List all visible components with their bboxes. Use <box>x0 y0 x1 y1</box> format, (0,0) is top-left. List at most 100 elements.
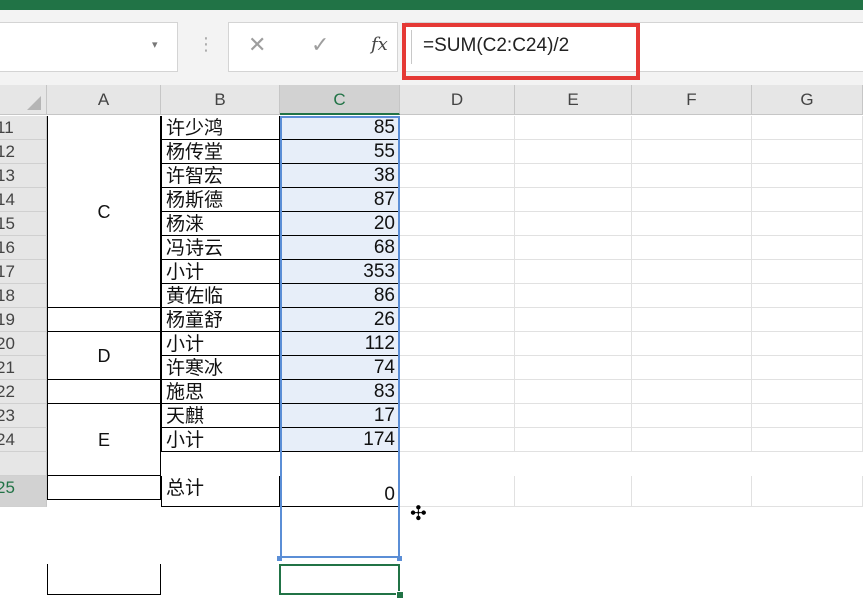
selection-handle[interactable] <box>277 556 282 561</box>
empty-cell[interactable] <box>515 236 632 260</box>
column-header-g[interactable]: G <box>752 85 863 115</box>
empty-cell[interactable] <box>400 140 515 164</box>
cell-b[interactable]: 冯诗云 <box>161 236 280 260</box>
empty-cell[interactable] <box>632 476 752 507</box>
cell-c[interactable]: 83 <box>280 380 400 404</box>
empty-cell[interactable] <box>400 188 515 212</box>
row-header[interactable]: 12 <box>0 140 47 164</box>
empty-cell[interactable] <box>752 428 863 452</box>
empty-cell[interactable] <box>400 380 515 404</box>
cell-c[interactable]: 20 <box>280 212 400 236</box>
empty-cell[interactable] <box>515 428 632 452</box>
empty-cell[interactable] <box>752 164 863 188</box>
empty-cell[interactable] <box>515 188 632 212</box>
cell-b[interactable]: 小计 <box>161 260 280 284</box>
empty-cell[interactable] <box>515 332 632 356</box>
cell-b[interactable]: 许少鸿 <box>161 116 280 140</box>
cell-a17[interactable] <box>47 308 161 332</box>
cell-c[interactable]: 17 <box>280 404 400 428</box>
cell-b[interactable]: 许寒冰 <box>161 356 280 380</box>
row-header[interactable]: 17 <box>0 260 47 284</box>
cell-c[interactable]: 85 <box>280 116 400 140</box>
cell-b[interactable]: 杨涞 <box>161 212 280 236</box>
cell-c[interactable]: 68 <box>280 236 400 260</box>
cell-c[interactable]: 86 <box>280 284 400 308</box>
row-header[interactable]: 18 <box>0 284 47 308</box>
row-header[interactable]: 21 <box>0 356 47 380</box>
enter-check-icon[interactable]: ✓ <box>311 33 329 58</box>
row-header[interactable]: 20 <box>0 332 47 356</box>
cancel-icon[interactable]: ✕ <box>248 33 266 58</box>
cell-b[interactable]: 施思 <box>161 380 280 404</box>
empty-cell[interactable] <box>515 284 632 308</box>
empty-cell[interactable] <box>400 308 515 332</box>
column-header-b[interactable]: B <box>161 85 280 115</box>
column-header-d[interactable]: D <box>400 85 515 115</box>
empty-cell[interactable] <box>752 260 863 284</box>
empty-cell[interactable] <box>632 380 752 404</box>
empty-cell[interactable] <box>752 116 863 140</box>
empty-cell[interactable] <box>752 212 863 236</box>
empty-cell[interactable] <box>752 476 863 507</box>
column-header-a[interactable]: A <box>47 85 161 115</box>
empty-cell[interactable] <box>632 164 752 188</box>
empty-cell[interactable] <box>632 332 752 356</box>
empty-cell[interactable] <box>632 236 752 260</box>
empty-cell[interactable] <box>632 260 752 284</box>
cell-b[interactable]: 总计 <box>161 476 280 507</box>
cell-c[interactable]: 174 <box>280 428 400 452</box>
selection-handle[interactable] <box>397 556 402 561</box>
empty-cell[interactable] <box>752 404 863 428</box>
cell-a25[interactable] <box>47 564 161 595</box>
row-header[interactable]: 15 <box>0 212 47 236</box>
empty-cell[interactable] <box>752 380 863 404</box>
row-header[interactable] <box>0 452 47 476</box>
column-header-e[interactable]: E <box>515 85 632 115</box>
empty-cell[interactable] <box>632 284 752 308</box>
cell-a24[interactable] <box>47 476 161 500</box>
cell-c[interactable]: 112 <box>280 332 400 356</box>
empty-cell[interactable] <box>515 212 632 236</box>
cell-b[interactable]: 杨传堂 <box>161 140 280 164</box>
row-header[interactable]: 22 <box>0 380 47 404</box>
cell-c[interactable]: 55 <box>280 140 400 164</box>
empty-cell[interactable] <box>632 188 752 212</box>
empty-cell[interactable] <box>752 284 863 308</box>
empty-cell[interactable] <box>400 212 515 236</box>
merged-cell-a-group-c[interactable]: C <box>47 116 161 308</box>
cell-c[interactable]: 38 <box>280 164 400 188</box>
empty-cell[interactable] <box>400 260 515 284</box>
row-header[interactable]: 13 <box>0 164 47 188</box>
empty-cell[interactable] <box>515 116 632 140</box>
empty-cell[interactable] <box>400 428 515 452</box>
empty-cell[interactable] <box>400 236 515 260</box>
column-header-c[interactable]: C <box>280 85 400 115</box>
empty-cell[interactable] <box>400 356 515 380</box>
empty-cell[interactable] <box>632 212 752 236</box>
row-header[interactable]: 11 <box>0 116 47 140</box>
empty-cell[interactable] <box>632 356 752 380</box>
empty-cell[interactable] <box>400 164 515 188</box>
cell-c[interactable]: 87 <box>280 188 400 212</box>
empty-cell[interactable] <box>632 308 752 332</box>
empty-cell[interactable] <box>400 332 515 356</box>
cell-b[interactable]: 黄佐临 <box>161 284 280 308</box>
empty-cell[interactable] <box>515 164 632 188</box>
merged-cell-a-group-d[interactable]: D <box>47 332 161 380</box>
cell-c[interactable]: 0 <box>280 476 400 507</box>
cell-b[interactable]: 杨斯德 <box>161 188 280 212</box>
empty-cell[interactable] <box>400 404 515 428</box>
empty-cell[interactable] <box>515 380 632 404</box>
empty-cell[interactable] <box>752 332 863 356</box>
empty-cell[interactable] <box>400 116 515 140</box>
empty-cell[interactable] <box>752 140 863 164</box>
cell-b[interactable]: 许智宏 <box>161 164 280 188</box>
empty-cell[interactable] <box>632 140 752 164</box>
column-header-f[interactable]: F <box>632 85 752 115</box>
cell-c[interactable]: 74 <box>280 356 400 380</box>
namebox-dropdown-icon[interactable]: ▾ <box>152 38 158 51</box>
empty-cell[interactable] <box>400 284 515 308</box>
fill-handle[interactable] <box>396 591 404 599</box>
cell-c[interactable]: 353 <box>280 260 400 284</box>
row-header[interactable]: 24 <box>0 428 47 452</box>
